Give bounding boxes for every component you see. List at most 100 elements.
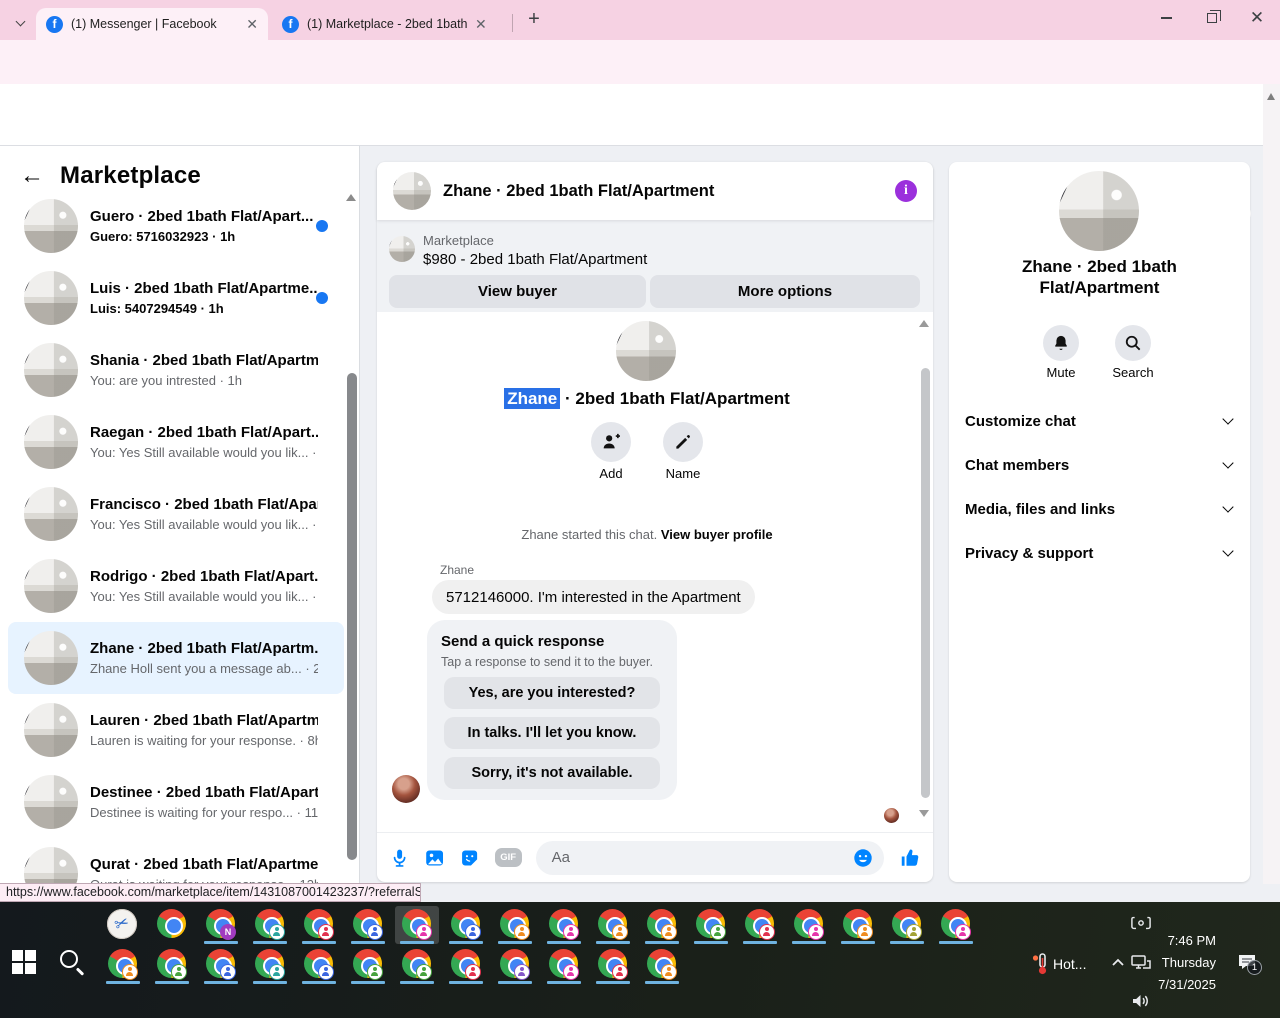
- sidebar-scroll-up-arrow[interactable]: [346, 194, 356, 201]
- chrome-taskbar-icon[interactable]: [640, 946, 684, 984]
- chrome-taskbar-icon[interactable]: [248, 906, 292, 944]
- message-bubble[interactable]: 5712146000. I'm interested in the Apartm…: [432, 580, 755, 614]
- details-section-chat-members[interactable]: Chat members: [949, 443, 1250, 487]
- conversation-item[interactable]: Qurat · 2bed 1bath Flat/Apartme...Qurat …: [8, 838, 344, 884]
- profile-avatar[interactable]: [616, 321, 676, 381]
- chrome-taskbar-icon[interactable]: [542, 906, 586, 944]
- chrome-taskbar-icon[interactable]: [444, 946, 488, 984]
- chrome-taskbar-icon[interactable]: [444, 906, 488, 944]
- conversation-title: Guero · 2bed 1bath Flat/Apart...: [90, 208, 314, 225]
- messages-scroll-down-arrow[interactable]: [919, 810, 929, 817]
- chrome-logo-icon: [745, 909, 775, 940]
- chrome-taskbar-icon[interactable]: N: [199, 906, 243, 944]
- conversation-info-icon[interactable]: i: [895, 180, 917, 202]
- conversation-item[interactable]: Luis · 2bed 1bath Flat/Apartme... Luis: 5…: [8, 262, 344, 334]
- browser-tab-messenger[interactable]: f (1) Messenger | Facebook ✕: [36, 8, 268, 40]
- chrome-taskbar-icon[interactable]: [493, 906, 537, 944]
- volume-tray-icon[interactable]: [1130, 992, 1152, 1015]
- add-member-button[interactable]: [591, 422, 631, 462]
- chrome-taskbar-icon[interactable]: [297, 946, 341, 984]
- new-tab-button[interactable]: +: [522, 8, 546, 32]
- window-close-button[interactable]: ✕: [1234, 0, 1280, 36]
- chrome-taskbar-icon[interactable]: [885, 906, 929, 944]
- details-section-privacy-support[interactable]: Privacy & support: [949, 531, 1250, 575]
- details-avatar[interactable]: [1059, 171, 1139, 251]
- chrome-taskbar-icon[interactable]: [493, 946, 537, 984]
- taskbar-search-icon[interactable]: [58, 948, 88, 978]
- like-thumb-icon[interactable]: [898, 846, 921, 870]
- details-section-customize-chat[interactable]: Customize chat: [949, 399, 1250, 443]
- snipping-tool-taskbar-icon[interactable]: ✂: [101, 904, 145, 944]
- back-arrow-icon[interactable]: ←: [20, 162, 44, 190]
- tab-close-icon[interactable]: ✕: [475, 16, 487, 33]
- sidebar-scrollbar-thumb[interactable]: [347, 373, 357, 860]
- chrome-taskbar-icon[interactable]: [738, 906, 782, 944]
- quick-response-option[interactable]: Sorry, it's not available.: [444, 757, 660, 789]
- tray-day[interactable]: Thursday: [1146, 955, 1216, 970]
- weather-label[interactable]: Hot...: [1053, 956, 1086, 972]
- facebook-header: f Search Facebook Find friends 1: [0, 84, 1280, 221]
- chrome-taskbar-icon[interactable]: [248, 946, 292, 984]
- chrome-taskbar-icon[interactable]: [934, 906, 978, 944]
- chrome-taskbar-icon[interactable]: [150, 946, 194, 984]
- quick-response-option[interactable]: Yes, are you interested?: [444, 677, 660, 709]
- chrome-taskbar-icon[interactable]: [787, 906, 831, 944]
- conversation-item[interactable]: Francisco · 2bed 1bath Flat/Apar... You: …: [8, 478, 344, 550]
- tray-expand-chevron-icon[interactable]: [1110, 956, 1126, 975]
- conversation-item[interactable]: Rodrigo · 2bed 1bath Flat/Apart... You: Y…: [8, 550, 344, 622]
- conversation-item[interactable]: Raegan · 2bed 1bath Flat/Apart... You: Ye…: [8, 406, 344, 478]
- quick-response-option[interactable]: In talks. I'll let you know.: [444, 717, 660, 749]
- chat-avatar[interactable]: [393, 172, 431, 210]
- chrome-taskbar-icon[interactable]: [640, 906, 684, 944]
- messages-scroll-up-arrow[interactable]: [919, 320, 929, 327]
- chrome-taskbar-icon[interactable]: [346, 906, 390, 944]
- messages-scrollbar-thumb[interactable]: [921, 368, 930, 798]
- tray-date[interactable]: 7/31/2025: [1146, 977, 1216, 992]
- chrome-taskbar-icon[interactable]: [199, 946, 243, 984]
- emoji-picker-icon[interactable]: [852, 847, 874, 869]
- conversation-item[interactable]: Guero · 2bed 1bath Flat/Apart... Guero: 5…: [8, 190, 344, 262]
- message-input[interactable]: Aa: [535, 840, 884, 875]
- search-in-chat-button[interactable]: [1115, 325, 1151, 361]
- conversation-item[interactable]: Shania · 2bed 1bath Flat/Apartm... You: a…: [8, 334, 344, 406]
- profile-name: Zhane · 2bed 1bath Flat/Apartment: [377, 388, 917, 409]
- chrome-taskbar-icon[interactable]: [689, 906, 733, 944]
- chrome-taskbar-icon[interactable]: [836, 906, 880, 944]
- chrome-taskbar-icon[interactable]: [346, 946, 390, 984]
- view-buyer-button[interactable]: View buyer: [389, 275, 646, 308]
- tab-close-icon[interactable]: ✕: [246, 16, 258, 33]
- chrome-taskbar-icon[interactable]: [395, 906, 439, 944]
- start-button[interactable]: [12, 950, 38, 976]
- more-options-button[interactable]: More options: [650, 275, 920, 308]
- page-scrollbar[interactable]: [1263, 84, 1280, 884]
- window-minimize-button[interactable]: [1143, 0, 1189, 36]
- view-buyer-profile-link[interactable]: View buyer profile: [661, 527, 773, 542]
- tab-search-chevron-icon[interactable]: [14, 12, 30, 28]
- conversation-item[interactable]: Destinee · 2bed 1bath Flat/Apart... Desti…: [8, 766, 344, 838]
- window-restore-button[interactable]: [1189, 0, 1235, 36]
- page-scroll-up-arrow[interactable]: [1267, 93, 1275, 100]
- mute-button[interactable]: [1043, 325, 1079, 361]
- gif-picker-icon[interactable]: GIF: [494, 848, 522, 867]
- chrome-logo-icon: [206, 949, 236, 980]
- sidebar-title: Marketplace: [60, 162, 201, 189]
- attach-image-icon[interactable]: [424, 847, 445, 869]
- running-app-indicator: [498, 941, 532, 944]
- conversation-item[interactable]: Lauren · 2bed 1bath Flat/Apartm... Lauren…: [8, 694, 344, 766]
- chrome-taskbar-icon[interactable]: [591, 946, 635, 984]
- details-section-media-files-and-links[interactable]: Media, files and links: [949, 487, 1250, 531]
- chrome-taskbar-icon[interactable]: [395, 946, 439, 984]
- voice-clip-icon[interactable]: [389, 847, 410, 869]
- tray-time[interactable]: 7:46 PM: [1146, 933, 1216, 948]
- chrome-taskbar-icon[interactable]: [591, 906, 635, 944]
- conversation-item[interactable]: Zhane · 2bed 1bath Flat/Apartm... Zhane H…: [8, 622, 344, 694]
- chrome-taskbar-icon[interactable]: [101, 946, 145, 984]
- temperature-icon[interactable]: [1030, 952, 1052, 981]
- chrome-taskbar-icon[interactable]: [150, 906, 194, 944]
- browser-tab-marketplace[interactable]: f (1) Marketplace - 2bed 1bath Fl ✕: [272, 8, 504, 40]
- edit-name-button[interactable]: [663, 422, 703, 462]
- chrome-taskbar-icon[interactable]: [297, 906, 341, 944]
- profile-badge-blue: [367, 924, 383, 940]
- sticker-icon[interactable]: [459, 847, 480, 869]
- chrome-taskbar-icon[interactable]: [542, 946, 586, 984]
